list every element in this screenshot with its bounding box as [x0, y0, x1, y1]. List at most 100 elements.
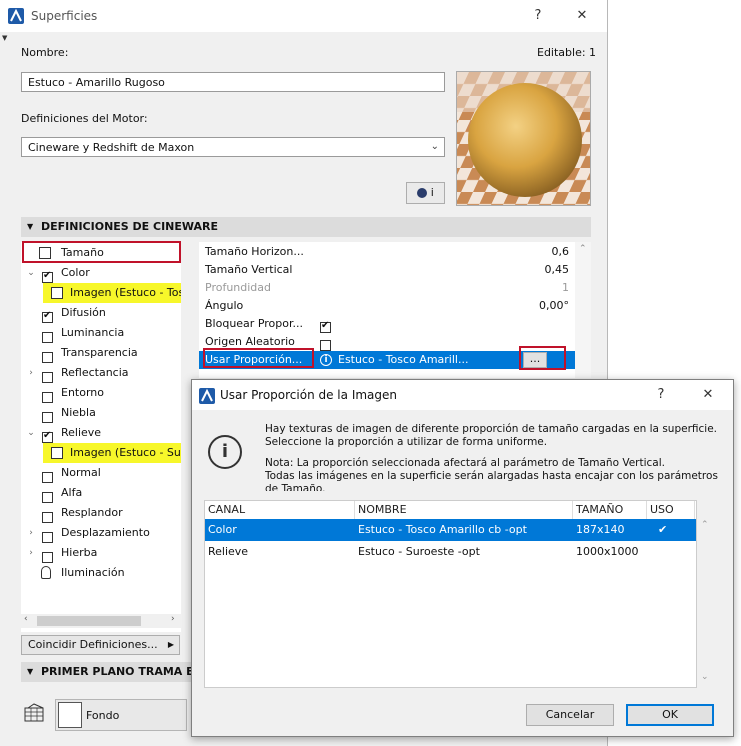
- ok-button[interactable]: OK: [626, 704, 714, 726]
- triangle-right-icon: ▶: [167, 640, 174, 649]
- entorno-checkbox[interactable]: [42, 391, 53, 403]
- dialog-title-bar: Usar Proporción de la Imagen ? ✕: [192, 380, 733, 410]
- fill-pattern-icon: [24, 703, 46, 723]
- color-checkbox[interactable]: [42, 269, 53, 283]
- tree-item-normal[interactable]: Normal: [21, 463, 180, 483]
- dialog-title: Usar Proporción de la Imagen: [220, 388, 397, 402]
- close-button[interactable]: ✕: [566, 3, 598, 29]
- table-row[interactable]: Relieve Estuco - Suroeste -opt 1000x1000: [205, 541, 696, 563]
- prop-row-tamano-horizontal[interactable]: Tamaño Horizon... 0,6: [199, 243, 575, 261]
- dialog-message: Hay texturas de imagen de diferente prop…: [265, 423, 725, 491]
- niebla-checkbox[interactable]: [42, 411, 53, 423]
- column-header-uso[interactable]: USO: [647, 501, 695, 519]
- message-line-1: Hay texturas de imagen de diferente prop…: [265, 423, 718, 435]
- collapse-triangle-icon: ▼: [27, 667, 34, 676]
- difusion-checkbox[interactable]: [42, 309, 53, 323]
- tree-item-color[interactable]: ⌄ Color: [21, 263, 180, 283]
- tree-item-niebla[interactable]: Niebla: [21, 403, 180, 423]
- origen-checkbox[interactable]: [320, 339, 331, 351]
- chevron-down-icon[interactable]: ⌄: [26, 263, 36, 283]
- light-bulb-icon: [41, 566, 51, 579]
- table-vertical-scrollbar[interactable]: ⌃ ⌄: [698, 500, 714, 688]
- tree-item-relieve[interactable]: ⌄ Relieve: [21, 423, 180, 443]
- chevron-down-icon[interactable]: ⌄: [26, 423, 36, 443]
- chevron-down-icon[interactable]: ⌄: [701, 672, 709, 682]
- background-picker[interactable]: Fondo: [55, 699, 187, 731]
- tree-horizontal-scrollbar[interactable]: ‹ ›: [21, 614, 181, 628]
- chevron-down-icon: ⌄: [430, 141, 439, 152]
- resplandor-checkbox[interactable]: [42, 511, 53, 523]
- column-header-tamano[interactable]: TAMAÑO: [573, 501, 647, 519]
- column-header-nombre[interactable]: NOMBRE: [355, 501, 573, 519]
- match-definitions-button[interactable]: Coincidir Definiciones... ▶: [21, 635, 180, 655]
- collapse-triangle-icon: ▼: [27, 222, 34, 231]
- annotation-highlight-ellipsis: [519, 346, 566, 370]
- archicad-icon: [199, 388, 215, 404]
- engine-select-value: Cineware y Redshift de Maxon: [28, 141, 195, 154]
- engine-label: Definiciones del Motor:: [21, 112, 148, 125]
- info-icon: i: [320, 354, 332, 366]
- hierba-checkbox[interactable]: [42, 551, 53, 563]
- prop-row-tamano-vertical[interactable]: Tamaño Vertical 0,45: [199, 261, 575, 279]
- name-input[interactable]: Estuco - Amarillo Rugoso: [21, 72, 445, 92]
- corner-marker-icon: ▼: [2, 34, 8, 42]
- use-image-proportion-dialog: Usar Proporción de la Imagen ? ✕ i Hay t…: [191, 379, 734, 737]
- luminancia-checkbox[interactable]: [42, 331, 53, 343]
- help-button[interactable]: ?: [522, 3, 554, 29]
- image-icon: [51, 287, 63, 299]
- bloquear-checkbox[interactable]: [320, 319, 331, 333]
- normal-checkbox[interactable]: [42, 471, 53, 483]
- material-preview: [456, 71, 591, 206]
- prop-row-profundidad: Profundidad 1: [205, 281, 569, 294]
- title-bar: Superficies ? ✕: [0, 0, 607, 32]
- note-line-3: de Tamaño.: [265, 483, 326, 491]
- tree-item-transparencia[interactable]: Transparencia: [21, 343, 180, 363]
- tree-item-difusion[interactable]: Difusión: [21, 303, 180, 323]
- chevron-right-icon[interactable]: ›: [26, 543, 36, 563]
- prop-row-bloquear[interactable]: Bloquear Propor...: [199, 315, 575, 333]
- primer-plano-section-header[interactable]: ▼ PRIMER PLANO TRAMA ENV: [21, 662, 191, 682]
- image-icon: [51, 447, 63, 459]
- window-title: Superficies: [31, 9, 98, 23]
- check-icon[interactable]: ✔: [655, 519, 667, 541]
- alfa-checkbox[interactable]: [42, 491, 53, 503]
- tree-item-resplandor[interactable]: Resplandor: [21, 503, 180, 523]
- tree-item-hierba[interactable]: › Hierba: [21, 543, 180, 563]
- tree-item-relieve-image[interactable]: Imagen (Estuco - Suro: [43, 443, 181, 463]
- chevron-right-icon[interactable]: ›: [26, 363, 36, 383]
- desplazamiento-checkbox[interactable]: [42, 531, 53, 543]
- chevron-up-icon[interactable]: ⌃: [701, 520, 709, 530]
- tree-item-desplazamiento[interactable]: › Desplazamiento: [21, 523, 180, 543]
- engine-info-button[interactable]: i: [406, 182, 445, 204]
- tree-item-luminancia[interactable]: Luminancia: [21, 323, 180, 343]
- name-label: Nombre:: [21, 46, 69, 59]
- cineware-section-header[interactable]: ▼ DEFINICIONES DE CINEWARE: [21, 217, 591, 237]
- relieve-checkbox[interactable]: [42, 429, 53, 443]
- reflectancia-checkbox[interactable]: [42, 371, 53, 383]
- transparencia-checkbox[interactable]: [42, 351, 53, 363]
- tree-item-reflectancia[interactable]: › Reflectancia: [21, 363, 180, 383]
- chevron-up-icon[interactable]: ⌃: [579, 244, 587, 254]
- archicad-icon: [8, 8, 24, 24]
- note-line-2: Todas las imágenes en la superficie será…: [265, 470, 718, 482]
- column-header-canal[interactable]: CANAL: [205, 501, 355, 519]
- chevron-right-icon[interactable]: ›: [171, 614, 175, 624]
- chevron-right-icon[interactable]: ›: [26, 523, 36, 543]
- tree-item-alfa[interactable]: Alfa: [21, 483, 180, 503]
- scrollbar-thumb[interactable]: [37, 616, 141, 626]
- table-row[interactable]: Color Estuco - Tosco Amarillo cb -opt 18…: [205, 519, 696, 541]
- channel-tree: Tamaño ⌄ Color Imagen (Estuco - Tosco Di…: [21, 242, 181, 632]
- message-line-2: Seleccione la proporción a utilizar de f…: [265, 436, 548, 448]
- tree-item-color-image[interactable]: Imagen (Estuco - Tosco: [43, 283, 181, 303]
- annotation-highlight-usar-proporcion: [203, 348, 314, 368]
- prop-row-angulo[interactable]: Ángulo 0,00°: [199, 297, 575, 315]
- dialog-help-button[interactable]: ?: [645, 382, 677, 408]
- tree-item-entorno[interactable]: Entorno: [21, 383, 180, 403]
- chevron-left-icon[interactable]: ‹: [24, 614, 28, 624]
- tree-item-iluminacion[interactable]: Iluminación: [21, 563, 180, 583]
- dialog-close-button[interactable]: ✕: [692, 382, 724, 408]
- engine-select[interactable]: Cineware y Redshift de Maxon ⌄: [21, 137, 445, 157]
- background-swatch: [58, 702, 82, 728]
- cancel-button[interactable]: Cancelar: [526, 704, 614, 726]
- property-vertical-scrollbar[interactable]: ⌃: [575, 242, 591, 378]
